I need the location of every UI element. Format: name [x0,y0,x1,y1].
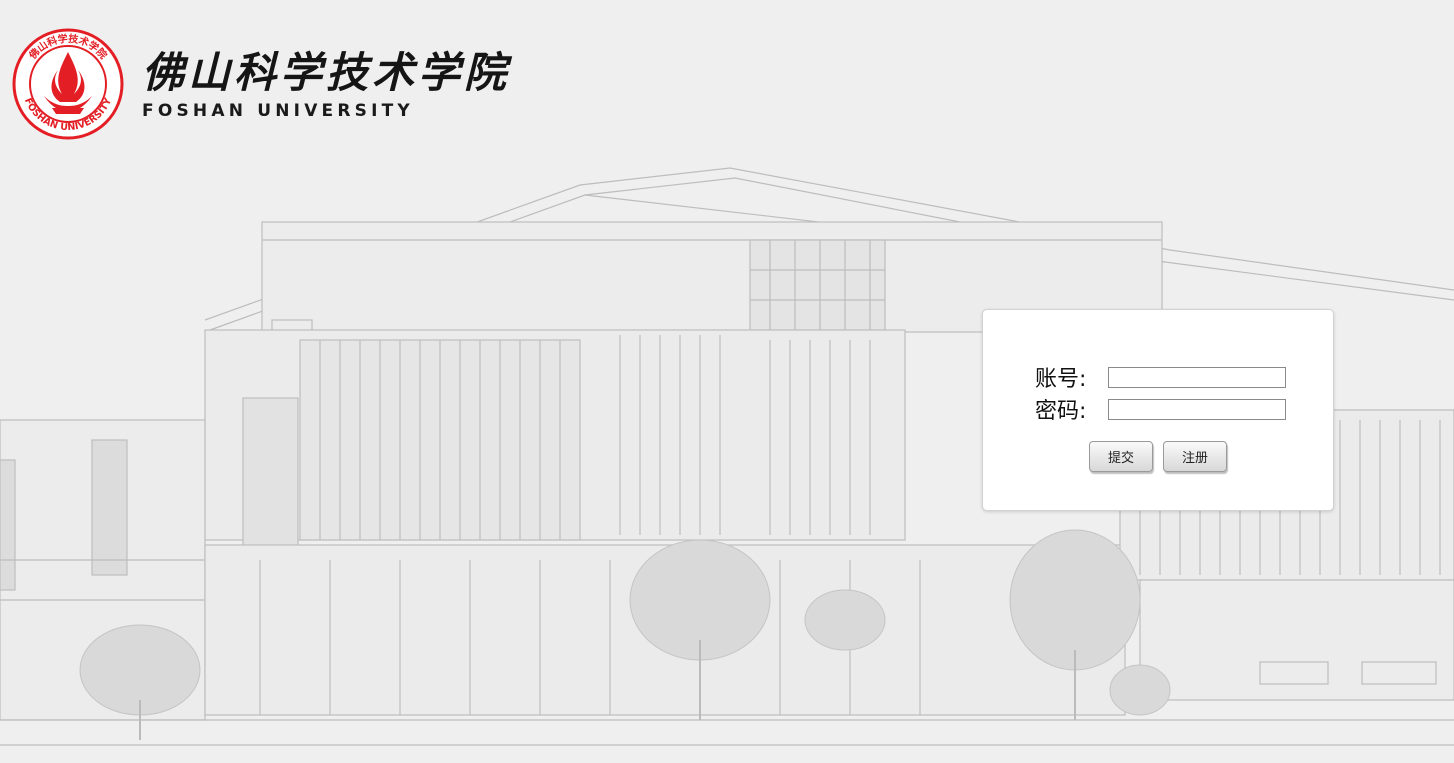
account-input[interactable] [1108,366,1286,388]
school-name-chinese: 佛山科学技术学院 [142,48,511,97]
password-label: 密码: [1035,399,1087,424]
school-logo: 佛山科学技术学院 FOSHAN UNIVERSITY 佛山科学技术学院 FOSH… [12,28,510,140]
login-panel: 账号: 密码: 提交 注册 [982,309,1334,511]
account-row: 账号: [1035,361,1286,393]
school-name-block: 佛山科学技术学院 FOSHAN UNIVERSITY [142,47,510,121]
submit-button[interactable]: 提交 [1089,441,1153,472]
school-emblem-icon: 佛山科学技术学院 FOSHAN UNIVERSITY [12,28,124,140]
action-buttons: 提交 注册 [1089,441,1227,472]
account-label: 账号: [1035,367,1087,392]
register-button[interactable]: 注册 [1163,441,1227,472]
password-input[interactable] [1108,398,1286,420]
school-name-english: FOSHAN UNIVERSITY [142,101,414,121]
password-row: 密码: [1035,393,1286,425]
